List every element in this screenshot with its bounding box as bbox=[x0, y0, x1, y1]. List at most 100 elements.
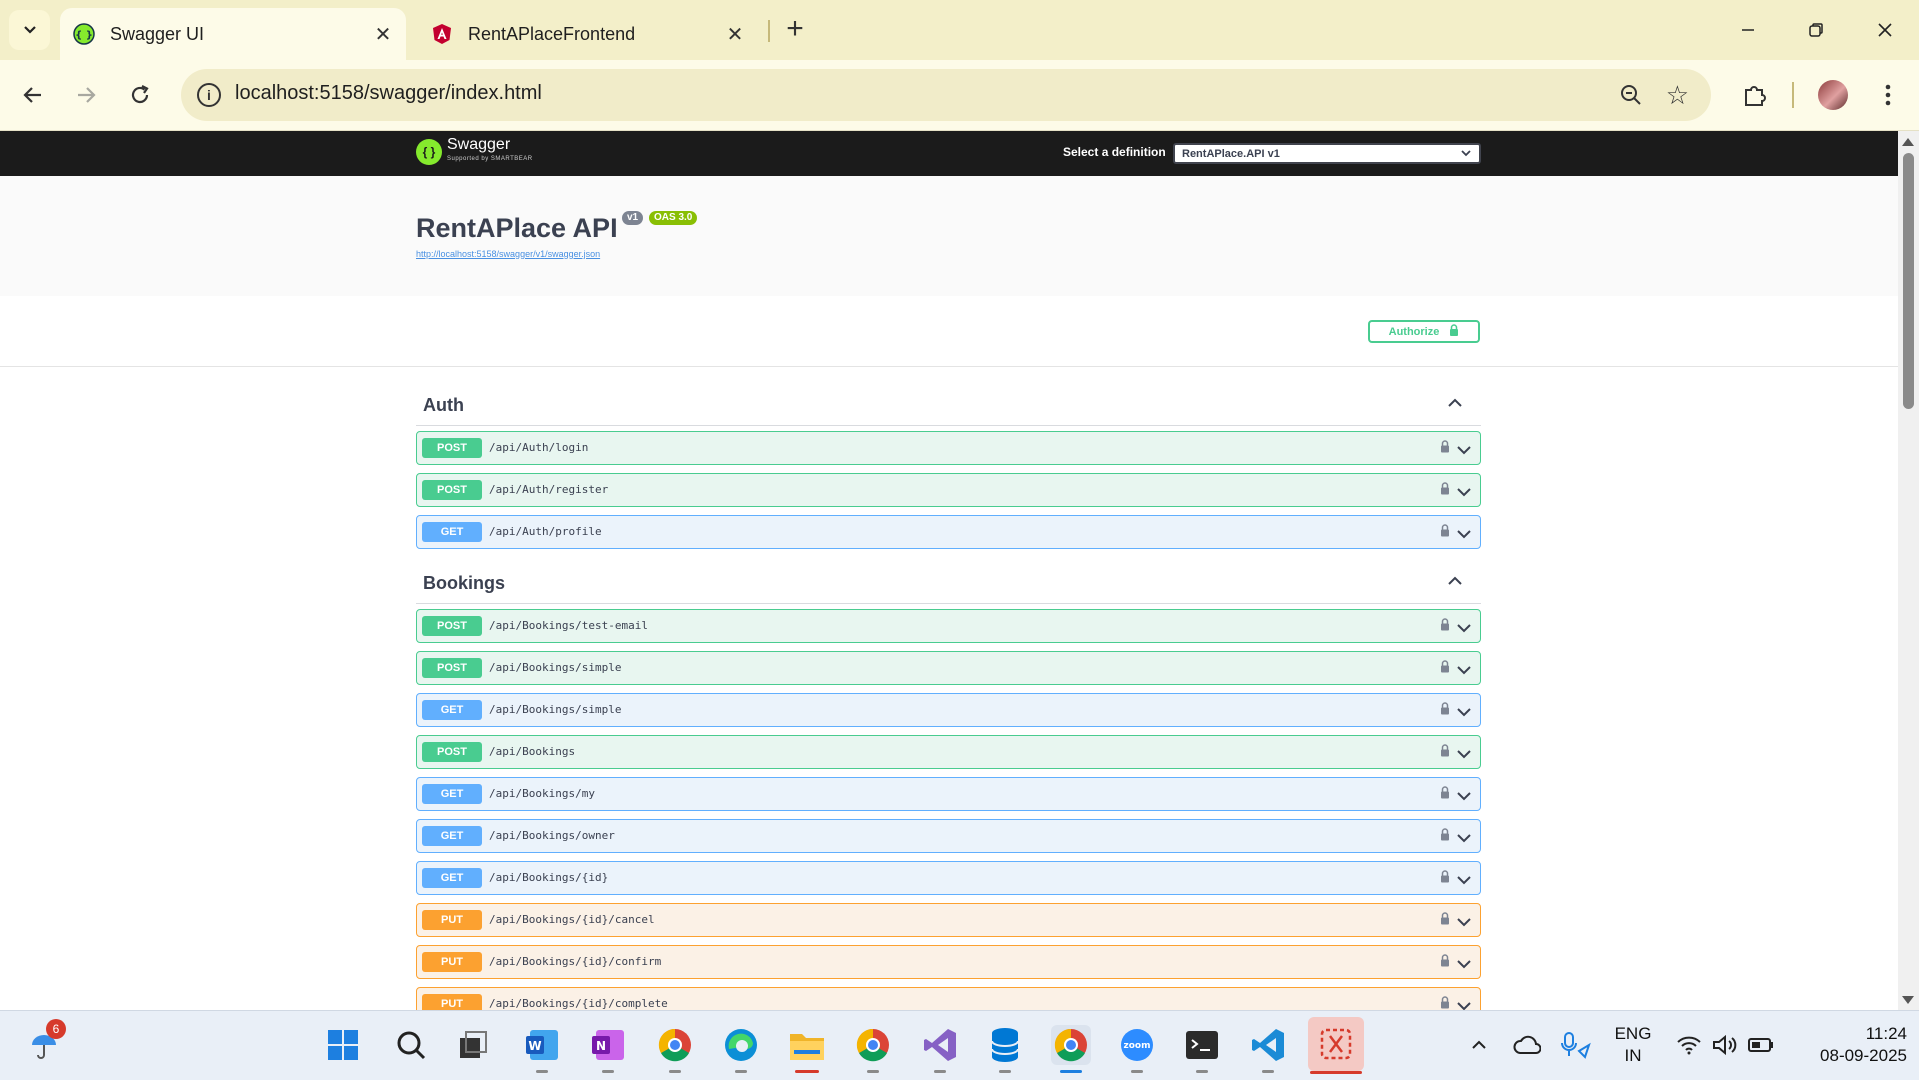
scroll-up-arrow[interactable] bbox=[1902, 138, 1914, 146]
taskbar-vscode[interactable] bbox=[1248, 1025, 1288, 1073]
taskbar-chrome-profile-1[interactable] bbox=[655, 1025, 695, 1073]
operation-row[interactable]: POST/api/Auth/register bbox=[416, 473, 1481, 507]
vscode-icon bbox=[1252, 1029, 1284, 1061]
lock-icon[interactable] bbox=[1440, 702, 1450, 720]
taskbar-edge[interactable] bbox=[721, 1025, 761, 1073]
chevron-down-icon[interactable] bbox=[1457, 746, 1471, 764]
volume-icon bbox=[1713, 1034, 1737, 1056]
taskbar-visual-studio[interactable] bbox=[920, 1025, 960, 1073]
lock-icon[interactable] bbox=[1440, 660, 1450, 678]
toolbar-separator bbox=[1792, 82, 1794, 108]
chevron-down-icon[interactable] bbox=[1457, 914, 1471, 932]
chevron-up-icon[interactable] bbox=[1447, 573, 1463, 591]
extensions-button[interactable] bbox=[1737, 77, 1773, 113]
volume-tray[interactable] bbox=[1705, 1025, 1745, 1065]
lock-icon[interactable] bbox=[1440, 744, 1450, 762]
tab-close-icon[interactable]: ✕ bbox=[720, 22, 750, 47]
chevron-down-icon[interactable] bbox=[1457, 442, 1471, 460]
chevron-down-icon[interactable] bbox=[1457, 956, 1471, 974]
chevron-down-icon[interactable] bbox=[1457, 704, 1471, 722]
chevron-down-icon[interactable] bbox=[1457, 484, 1471, 502]
lock-icon[interactable] bbox=[1440, 440, 1450, 458]
operation-row[interactable]: POST/api/Bookings/simple bbox=[416, 651, 1481, 685]
lock-icon[interactable] bbox=[1440, 786, 1450, 804]
lock-icon[interactable] bbox=[1440, 524, 1450, 542]
lock-icon[interactable] bbox=[1440, 996, 1450, 1010]
taskbar-chrome-active[interactable] bbox=[1051, 1025, 1091, 1073]
reload-button[interactable] bbox=[122, 77, 158, 113]
language-indicator[interactable]: ENG IN bbox=[1610, 1023, 1656, 1067]
chevron-down-icon[interactable] bbox=[1457, 662, 1471, 680]
new-tab-button[interactable]: + bbox=[780, 14, 810, 44]
taskbar-chrome-profile-2[interactable] bbox=[853, 1025, 893, 1073]
lock-icon[interactable] bbox=[1440, 954, 1450, 972]
restore-button[interactable] bbox=[1791, 12, 1841, 48]
close-window-button[interactable] bbox=[1860, 12, 1910, 48]
onedrive-tray[interactable] bbox=[1507, 1025, 1547, 1065]
authorize-button[interactable]: Authorize bbox=[1368, 320, 1480, 343]
zoom-icon[interactable] bbox=[1619, 83, 1643, 112]
operation-row[interactable]: PUT/api/Bookings/{id}/complete bbox=[416, 987, 1481, 1010]
chevron-down-icon[interactable] bbox=[1457, 830, 1471, 848]
definition-select[interactable]: RentAPlace.API v1 bbox=[1173, 143, 1481, 164]
lock-icon[interactable] bbox=[1440, 482, 1450, 500]
site-info-icon[interactable]: i bbox=[197, 83, 221, 107]
weather-widget[interactable]: 6 bbox=[24, 1019, 66, 1065]
lock-icon[interactable] bbox=[1440, 870, 1450, 888]
scrollbar-thumb[interactable] bbox=[1903, 153, 1914, 409]
lock-icon[interactable] bbox=[1440, 618, 1450, 636]
show-hidden-icons[interactable] bbox=[1459, 1025, 1499, 1065]
taskbar-onenote[interactable]: N bbox=[588, 1025, 628, 1073]
chevron-down-icon[interactable] bbox=[1457, 872, 1471, 890]
operation-row[interactable]: GET/api/Bookings/owner bbox=[416, 819, 1481, 853]
wifi-tray[interactable] bbox=[1669, 1025, 1709, 1065]
spec-url-link[interactable]: http://localhost:5158/swagger/v1/swagger… bbox=[416, 249, 600, 259]
taskbar-sql-server[interactable] bbox=[985, 1025, 1025, 1073]
menu-button[interactable] bbox=[1870, 77, 1906, 113]
forward-button[interactable] bbox=[68, 77, 104, 113]
taskbar-word[interactable]: W bbox=[522, 1025, 562, 1073]
chevron-up-icon[interactable] bbox=[1447, 395, 1463, 413]
taskbar-search[interactable] bbox=[391, 1025, 431, 1065]
battery-tray[interactable] bbox=[1741, 1025, 1781, 1065]
operation-row[interactable]: GET/api/Bookings/simple bbox=[416, 693, 1481, 727]
chevron-down-icon[interactable] bbox=[1457, 998, 1471, 1010]
chevron-down-icon[interactable] bbox=[1457, 788, 1471, 806]
tab-search-button[interactable] bbox=[9, 10, 50, 50]
taskbar-zoom[interactable]: zoom bbox=[1117, 1025, 1157, 1073]
back-button[interactable] bbox=[15, 77, 51, 113]
operation-row[interactable]: PUT/api/Bookings/{id}/confirm bbox=[416, 945, 1481, 979]
tab-rentaplace-frontend[interactable]: RentAPlaceFrontend ✕ bbox=[418, 8, 758, 60]
scroll-down-arrow[interactable] bbox=[1902, 996, 1914, 1004]
edge-icon bbox=[725, 1029, 757, 1061]
authorize-label: Authorize bbox=[1388, 325, 1440, 338]
tag-section-bookings[interactable]: Bookings bbox=[416, 559, 1481, 604]
page-scrollbar[interactable] bbox=[1898, 131, 1919, 1010]
operation-row[interactable]: GET/api/Bookings/{id} bbox=[416, 861, 1481, 895]
operation-row[interactable]: PUT/api/Bookings/{id}/cancel bbox=[416, 903, 1481, 937]
operation-row[interactable]: POST/api/Auth/login bbox=[416, 431, 1481, 465]
operation-row[interactable]: GET/api/Bookings/my bbox=[416, 777, 1481, 811]
chevron-down-icon[interactable] bbox=[1457, 620, 1471, 638]
lock-icon[interactable] bbox=[1440, 828, 1450, 846]
profile-button[interactable] bbox=[1815, 77, 1851, 113]
bookmark-star-icon[interactable]: ☆ bbox=[1666, 80, 1689, 111]
taskbar-snipping-tool[interactable] bbox=[1308, 1017, 1364, 1074]
tab-close-icon[interactable]: ✕ bbox=[368, 22, 398, 47]
operation-row[interactable]: POST/api/Bookings bbox=[416, 735, 1481, 769]
tab-swagger-ui[interactable]: { } Swagger UI ✕ bbox=[60, 8, 406, 60]
clock[interactable]: 11:24 08-09-2025 bbox=[1785, 1023, 1907, 1067]
chevron-down-icon[interactable] bbox=[1457, 526, 1471, 544]
operation-row[interactable]: GET/api/Auth/profile bbox=[416, 515, 1481, 549]
taskbar-terminal[interactable] bbox=[1182, 1025, 1222, 1073]
taskbar-file-explorer[interactable] bbox=[787, 1025, 827, 1073]
lock-icon[interactable] bbox=[1440, 912, 1450, 930]
task-view[interactable] bbox=[453, 1025, 493, 1065]
minimize-button[interactable] bbox=[1723, 12, 1773, 48]
address-bar[interactable]: i localhost:5158/swagger/index.html ☆ bbox=[181, 69, 1711, 121]
tag-section-auth[interactable]: Auth bbox=[416, 381, 1481, 426]
operation-row[interactable]: POST/api/Bookings/test-email bbox=[416, 609, 1481, 643]
microphone-tray[interactable] bbox=[1555, 1025, 1595, 1065]
start-button[interactable] bbox=[323, 1025, 363, 1065]
swagger-logo[interactable]: { } Swagger Supported by SMARTBEAR bbox=[416, 137, 533, 166]
